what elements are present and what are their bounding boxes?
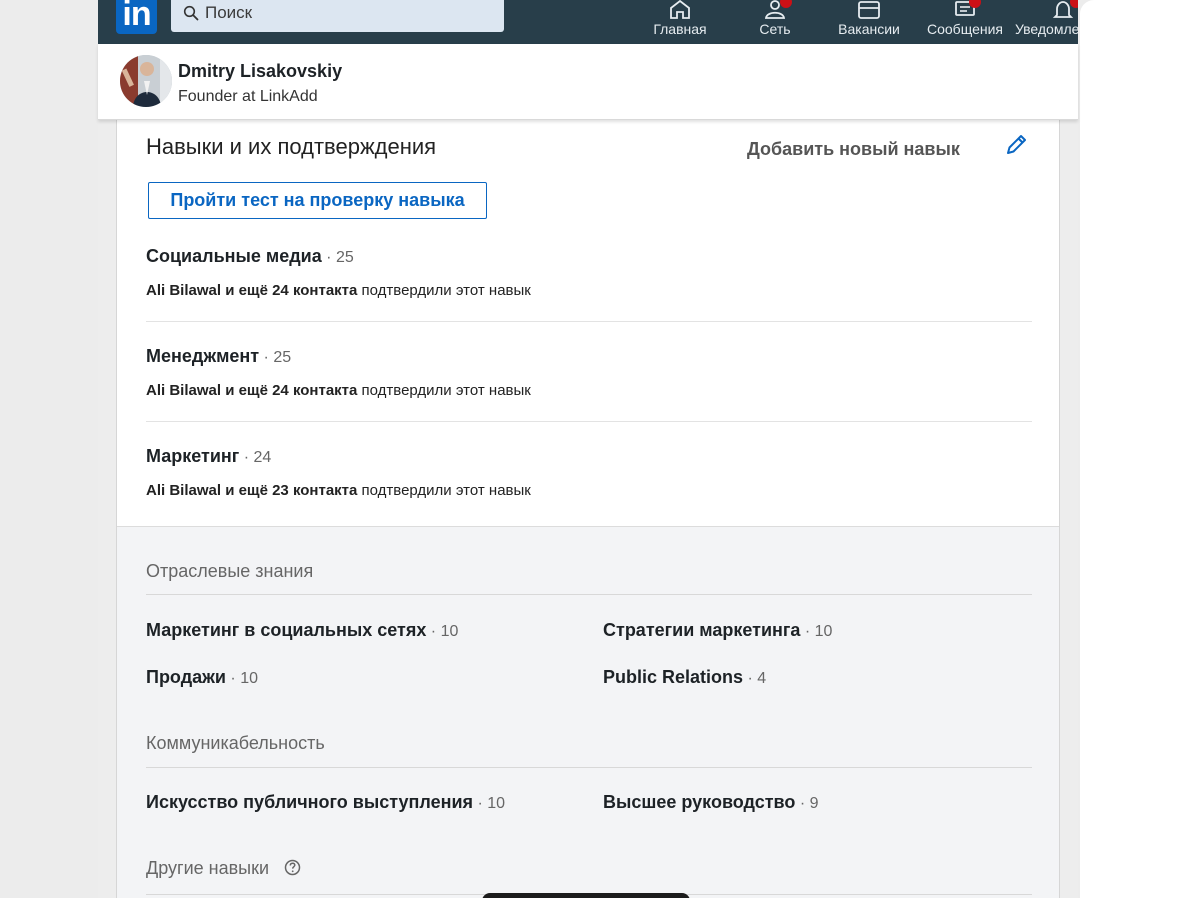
divider: [146, 421, 1032, 422]
pencil-icon[interactable]: [1003, 132, 1029, 158]
skill-name[interactable]: Public Relations: [603, 667, 743, 687]
skill-item[interactable]: Стратегии маркетинга · 10: [603, 620, 832, 641]
endorsers[interactable]: Ali Bilawal и ещё 23 контакта: [146, 482, 357, 499]
endorsement-summary[interactable]: Ali Bilawal и ещё 24 контакта подтвердил…: [146, 282, 1032, 299]
home-indicator: [482, 893, 690, 898]
endorsers[interactable]: Ali Bilawal и ещё 24 контакта: [146, 382, 357, 399]
avatar-photo: [120, 55, 172, 107]
category-divider: [146, 767, 1032, 768]
category-title-text: Другие навыки: [146, 858, 270, 878]
nav-notifications[interactable]: Уведомле: [1014, 0, 1078, 44]
endorsement-count: · 10: [225, 670, 258, 687]
category-title: Другие навыки: [146, 858, 301, 879]
skill-name[interactable]: Маркетинг: [146, 446, 239, 466]
jobs-icon: [858, 1, 880, 19]
linkedin-logo[interactable]: in: [116, 0, 157, 34]
profile-header: Dmitry Lisakovskiy Founder at LinkAdd: [98, 44, 1078, 120]
home-icon: [670, 0, 690, 19]
nav-home-label: Главная: [653, 21, 707, 37]
nav-messaging-label: Сообщения: [927, 21, 1003, 37]
category-divider: [146, 594, 1032, 595]
skill-item[interactable]: Искусство публичного выступления · 10: [146, 792, 505, 813]
divider: [146, 321, 1032, 322]
endorsers[interactable]: Ali Bilawal и ещё 24 контакта: [146, 282, 357, 299]
search-placeholder: Поиск: [205, 3, 253, 22]
expanded-skills-section: Отраслевые знания Маркетинг в социальных…: [117, 526, 1059, 898]
skill-item[interactable]: Public Relations · 4: [603, 667, 766, 688]
nav-network-label: Сеть: [759, 21, 791, 37]
skill-item[interactable]: Менеджмент · 25 Ali Bilawal и ещё 24 кон…: [146, 346, 1032, 399]
search-input[interactable]: Поиск: [171, 0, 504, 32]
endorsement-count: · 25: [321, 249, 354, 266]
profile-headline: Founder at LinkAdd: [178, 88, 318, 105]
skill-name[interactable]: Продажи: [146, 667, 226, 687]
nav-jobs[interactable]: Вакансии: [831, 0, 907, 44]
skill-item[interactable]: Маркетинг · 24 Ali Bilawal и ещё 23 конт…: [146, 446, 1032, 499]
add-skill-button[interactable]: Добавить новый навык: [747, 139, 960, 160]
avatar[interactable]: [120, 55, 172, 107]
skill-name[interactable]: Маркетинг в социальных сетях: [146, 620, 426, 640]
help-icon[interactable]: [284, 859, 301, 876]
nav-notifications-label: Уведомле: [1015, 21, 1078, 37]
skill-name[interactable]: Социальные медиа: [146, 246, 322, 266]
skill-item[interactable]: Маркетинг в социальных сетях · 10: [146, 620, 458, 641]
endorsement-count: · 10: [426, 623, 459, 640]
skill-item[interactable]: Социальные медиа · 25 Ali Bilawal и ещё …: [146, 246, 1032, 299]
skill-item[interactable]: Высшее руководство · 9: [603, 792, 819, 813]
messaging-badge: [969, 0, 981, 8]
endorse-suffix: подтвердили этот навык: [357, 382, 531, 399]
endorsement-count: · 24: [239, 449, 272, 466]
skill-name[interactable]: Менеджмент: [146, 346, 259, 366]
endorsement-count: · 9: [795, 795, 819, 812]
skill-name[interactable]: Высшее руководство: [603, 792, 795, 812]
page-background-left: [0, 0, 98, 898]
endorsement-count: · 4: [743, 670, 767, 687]
skills-card: Навыки и их подтверждения Добавить новый…: [116, 120, 1060, 898]
section-title: Навыки и их подтверждения: [146, 134, 437, 159]
skill-name[interactable]: Искусство публичного выступления: [146, 792, 473, 812]
nav-network[interactable]: Сеть: [746, 0, 804, 44]
endorsement-count: · 10: [473, 795, 506, 812]
skill-name[interactable]: Стратегии маркетинга: [603, 620, 800, 640]
profile-name[interactable]: Dmitry Lisakovskiy: [178, 61, 342, 82]
endorsement-count: · 10: [800, 623, 833, 640]
top-navbar: in Поиск Главная Сеть Вакансии Сообщения…: [98, 0, 1078, 44]
endorsement-summary[interactable]: Ali Bilawal и ещё 24 контакта подтвердил…: [146, 382, 1032, 399]
category-title: Коммуникабельность: [146, 733, 325, 753]
nav-messaging[interactable]: Сообщения: [924, 0, 1006, 44]
endorsement-summary[interactable]: Ali Bilawal и ещё 23 контакта подтвердил…: [146, 482, 1032, 499]
category-title: Отраслевые знания: [146, 561, 314, 581]
endorsement-count: · 25: [259, 349, 292, 366]
skill-item[interactable]: Продажи · 10: [146, 667, 258, 688]
search-icon: [183, 5, 199, 21]
nav-jobs-label: Вакансии: [838, 21, 900, 37]
network-badge: [780, 0, 792, 8]
skill-assessment-button[interactable]: Пройти тест на проверку навыка: [148, 182, 487, 219]
side-panel: [1080, 0, 1180, 898]
endorse-suffix: подтвердили этот навык: [357, 282, 531, 299]
endorse-suffix: подтвердили этот навык: [357, 482, 531, 499]
nav-home[interactable]: Главная: [648, 0, 712, 44]
